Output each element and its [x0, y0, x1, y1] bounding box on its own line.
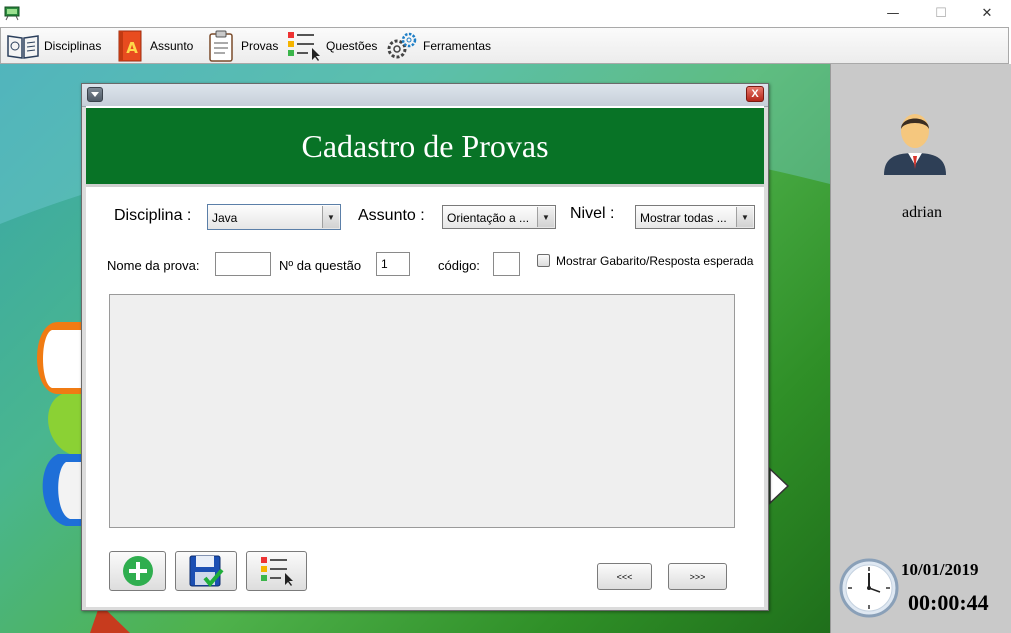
- dialog-title: Cadastro de Provas: [301, 127, 549, 164]
- assunto-select[interactable]: Orientação a ... ▼: [442, 205, 556, 229]
- window-close-button[interactable]: ✕: [964, 0, 1010, 27]
- menu-label: Questões: [326, 39, 378, 53]
- nome-prova-label: Nome da prova:: [107, 258, 200, 273]
- menu-label: Ferramentas: [423, 39, 492, 53]
- question-list-icon: [260, 557, 293, 586]
- disciplina-select[interactable]: Java ▼: [207, 204, 341, 230]
- question-list-icon: [288, 32, 320, 61]
- menu-label: Disciplinas: [44, 39, 102, 53]
- menu-assunto[interactable]: A Assunto: [116, 28, 193, 64]
- menu-label: Provas: [241, 39, 279, 53]
- codigo-label: código:: [438, 258, 480, 273]
- app-titlebar: — ☐ ✕: [0, 0, 1011, 27]
- dialog-menu-button[interactable]: [87, 87, 103, 102]
- time-label: 00:00:44: [908, 590, 989, 615]
- nivel-label: Nivel :: [570, 205, 615, 222]
- menu-disciplinas[interactable]: Disciplinas: [6, 28, 101, 64]
- questions-button[interactable]: [246, 551, 307, 591]
- dialog-body: Cadastro de Provas Disciplina : Java ▼ A…: [86, 106, 764, 607]
- num-questao-input[interactable]: 1: [376, 252, 410, 276]
- dropdown-arrow-icon: ▼: [736, 207, 753, 227]
- num-questao-label: Nº da questão: [279, 258, 362, 273]
- dropdown-arrow-icon: ▼: [537, 207, 554, 227]
- dialog-close-button[interactable]: X: [746, 86, 764, 102]
- nivel-select[interactable]: Mostrar todas ... ▼: [635, 205, 755, 229]
- codigo-input[interactable]: [493, 252, 520, 276]
- clock-icon: [839, 558, 899, 618]
- nome-prova-input[interactable]: [215, 252, 271, 276]
- next-button[interactable]: >>>: [668, 563, 727, 590]
- add-button[interactable]: [109, 551, 166, 591]
- save-disk-icon: [189, 555, 224, 588]
- minimize-button[interactable]: —: [870, 0, 916, 27]
- gabarito-checkbox[interactable]: [537, 254, 550, 267]
- menu-bar: Disciplinas A Assunto Provas Questões Fe…: [0, 27, 1009, 64]
- svg-text:A: A: [126, 39, 138, 57]
- maximize-button[interactable]: ☐: [918, 0, 964, 27]
- gears-icon: [387, 32, 417, 59]
- nivel-value: Mostrar todas ...: [640, 211, 727, 225]
- chevron-down-icon: [91, 92, 99, 97]
- disciplina-value: Java: [212, 211, 238, 225]
- menu-ferramentas[interactable]: Ferramentas: [385, 28, 491, 64]
- menu-provas[interactable]: Provas: [207, 28, 278, 64]
- disciplina-label: Disciplina :: [114, 207, 192, 224]
- gabarito-label: Mostrar Gabarito/Resposta esperada: [556, 254, 754, 268]
- dialog-header: Cadastro de Provas: [86, 108, 764, 187]
- user-avatar-icon: [884, 114, 946, 175]
- app-icon: [4, 6, 20, 21]
- book-icon: [7, 35, 39, 59]
- cadastro-provas-dialog: X Cadastro de Provas Disciplina : Java ▼…: [81, 83, 769, 611]
- user-side-panel: adrian 10/01/2019 00:00:44: [830, 64, 1011, 633]
- username-label: adrian: [902, 204, 942, 221]
- clipboard-icon: [209, 30, 233, 62]
- menu-questoes[interactable]: Questões: [286, 28, 377, 64]
- notebook-a-icon: A: [118, 30, 142, 62]
- add-icon: [122, 556, 153, 586]
- previous-button[interactable]: <<<: [597, 563, 652, 590]
- assunto-label: Assunto :: [358, 207, 425, 224]
- menu-label: Assunto: [150, 39, 194, 53]
- provas-list-area[interactable]: [109, 294, 735, 528]
- dropdown-arrow-icon: ▼: [322, 206, 339, 228]
- dialog-titlebar[interactable]: X: [82, 84, 768, 107]
- save-button[interactable]: [175, 551, 237, 591]
- assunto-value: Orientação a ...: [447, 211, 530, 225]
- date-label: 10/01/2019: [901, 560, 979, 579]
